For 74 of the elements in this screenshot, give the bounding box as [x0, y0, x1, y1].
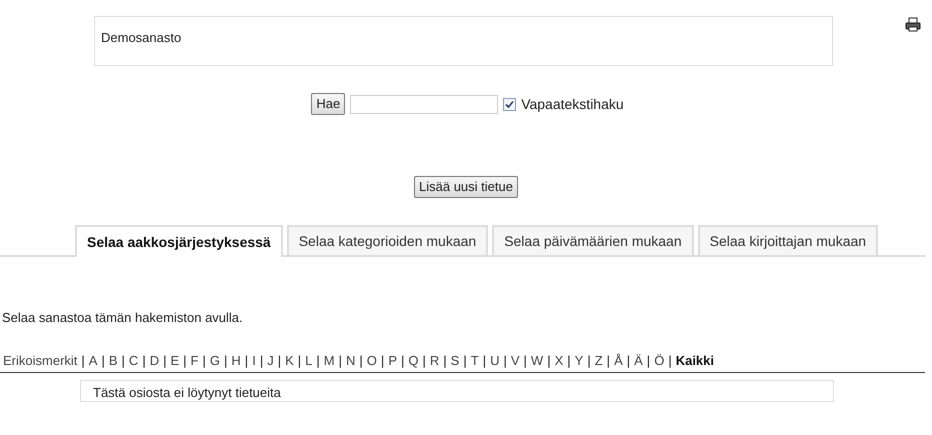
separator-text: |	[443, 352, 447, 370]
separator-text: |	[668, 352, 672, 370]
separator-text: |	[503, 352, 507, 370]
separator-text: |	[587, 352, 591, 370]
separator-text: |	[298, 352, 302, 370]
checkbox-label: Vapaatekstihaku	[521, 94, 624, 114]
instructions-text: Selaa sanastoa tämän hakemiston avulla.	[1, 309, 244, 327]
add-entry-button[interactable]: Lisää uusi tietue	[414, 176, 518, 198]
separator-text: |	[101, 352, 105, 370]
letter-link[interactable]: V	[510, 350, 520, 370]
separator-text: |	[81, 352, 85, 370]
separator-text: |	[278, 352, 282, 370]
letter-link[interactable]: Ö	[654, 350, 664, 370]
letter-link[interactable]: G	[210, 350, 220, 370]
letter-link[interactable]: L	[305, 350, 312, 370]
empty-message-box: Tästä osiosta ei löytynyt tietueita	[80, 380, 834, 402]
separator-text: |	[202, 352, 206, 370]
print-icon[interactable]	[905, 17, 921, 32]
letter-link[interactable]: D	[150, 350, 160, 370]
letter-link[interactable]: C	[128, 350, 138, 370]
letter-link[interactable]: E	[170, 350, 180, 370]
separator-text: |	[224, 352, 228, 370]
separator-text: |	[422, 352, 426, 370]
tab[interactable]: Selaa aakkosjärjestyksessä	[75, 225, 283, 257]
separator-text: |	[400, 352, 404, 370]
separator-text: |	[567, 352, 571, 370]
letter-link[interactable]: A	[88, 350, 98, 370]
letter-link[interactable]: B	[108, 350, 118, 370]
letter-link[interactable]: X	[554, 350, 564, 370]
separator-text: |	[316, 352, 320, 370]
letter-link[interactable]: F	[190, 350, 198, 370]
letter-link[interactable]: O	[366, 350, 377, 370]
separator-text: |	[463, 352, 467, 370]
separator-text: |	[163, 352, 166, 370]
letter-link[interactable]: Z	[594, 350, 603, 370]
separator-text: |	[183, 352, 187, 370]
separator-text: |	[142, 352, 146, 370]
letter-link[interactable]: Ä	[634, 350, 643, 370]
letter-link[interactable]: H	[231, 350, 241, 370]
separator-text: |	[547, 352, 551, 370]
letter-link[interactable]: Å	[614, 350, 623, 370]
separator-text: |	[626, 352, 630, 370]
letter-link[interactable]: P	[388, 350, 397, 370]
separator-text: |	[244, 352, 248, 370]
letter-link[interactable]: J	[267, 350, 274, 370]
separator-text: |	[646, 352, 650, 370]
letter-link[interactable]: R	[430, 350, 440, 370]
separator-text: |	[606, 352, 610, 370]
separator-text: |	[122, 352, 125, 370]
letter-link[interactable]: W	[530, 350, 544, 370]
separator-text: |	[359, 352, 363, 370]
letter-link[interactable]: M	[324, 350, 335, 370]
letter-link[interactable]: I	[252, 350, 256, 370]
current-letter: Kaikki	[676, 352, 714, 370]
search-field[interactable]	[350, 94, 498, 114]
letter-link[interactable]: Q	[408, 350, 418, 370]
separator-text: |	[260, 352, 264, 370]
separator-text: |	[524, 352, 527, 370]
search-button[interactable]: Hae	[311, 93, 346, 115]
checkbox[interactable]	[503, 98, 516, 110]
letter-link[interactable]: U	[490, 350, 500, 370]
intro-text-box: Demosanasto	[94, 16, 833, 66]
separator-text: |	[482, 352, 486, 370]
tab[interactable]: Selaa kategorioiden mukaan	[286, 225, 488, 255]
letter-link[interactable]: N	[346, 350, 356, 370]
letter-link[interactable]: Erikoismerkit	[3, 350, 78, 370]
tab[interactable]: Selaa päivämäärien mukaan	[492, 225, 694, 255]
separator-text: |	[380, 352, 384, 370]
letter-link[interactable]: Y	[574, 350, 584, 370]
tab[interactable]: Selaa kirjoittajan mukaan	[698, 225, 878, 255]
letter-link[interactable]: T	[470, 350, 479, 370]
letter-link[interactable]: K	[285, 350, 294, 370]
letter-link[interactable]: S	[450, 350, 460, 370]
separator-text: |	[338, 352, 342, 370]
